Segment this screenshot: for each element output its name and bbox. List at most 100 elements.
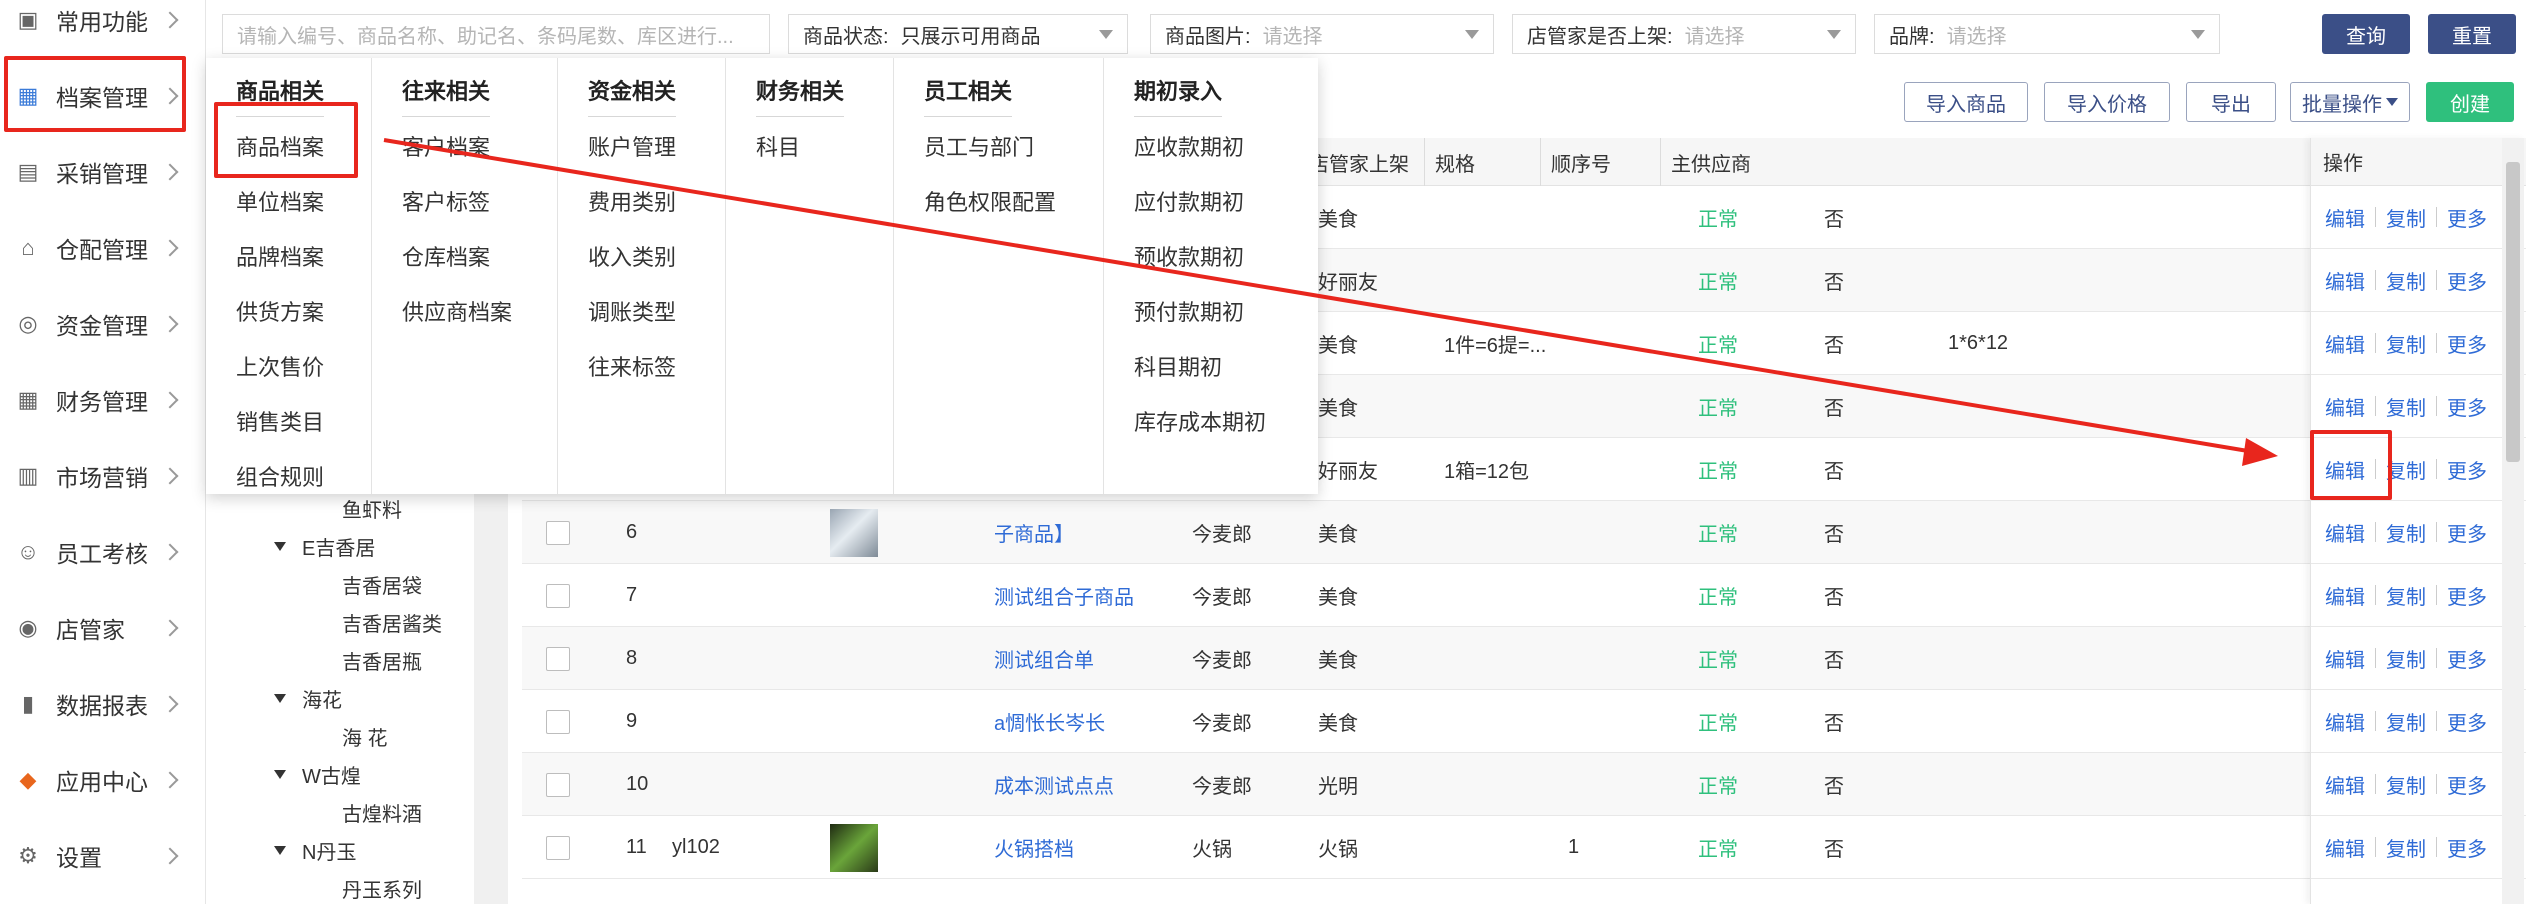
table-row[interactable]: 8 测试组合单 今麦郎 美食 正常 否 <box>522 627 2478 690</box>
tree-node[interactable]: 海 花 <box>342 722 388 751</box>
sidebar-item-3[interactable]: ⌂ 仓配管理 <box>0 218 206 278</box>
tree-node[interactable]: 鱼虾料 <box>342 494 402 523</box>
product-name-link[interactable]: 测试组合单 <box>994 627 1094 690</box>
menu-item[interactable]: 应收款期初 <box>1134 130 1244 162</box>
menu-item[interactable]: 单位档案 <box>236 185 324 217</box>
menu-item[interactable]: 调账类型 <box>588 295 676 327</box>
menu-item[interactable]: 客户档案 <box>402 130 490 162</box>
menu-item[interactable]: 库存成本期初 <box>1134 405 1266 437</box>
menu-item[interactable]: 上次售价 <box>236 350 324 382</box>
tree-node[interactable]: 吉香居酱类 <box>342 608 442 637</box>
sidebar-item-2[interactable]: ▤ 采销管理 <box>0 142 206 202</box>
table-row[interactable]: 6 子商品】 今麦郎 美食 正常 否 <box>522 501 2478 564</box>
create-button[interactable]: 创建 <box>2426 82 2514 122</box>
edit-link[interactable]: 编辑 <box>2325 707 2365 736</box>
more-link[interactable]: 更多 <box>2447 455 2487 484</box>
table-row[interactable]: 9 a惆怅长岑长 今麦郎 美食 正常 否 <box>522 690 2478 753</box>
product-thumbnail[interactable] <box>830 824 878 872</box>
scroll-thumb[interactable] <box>2506 162 2520 462</box>
menu-item[interactable]: 收入类别 <box>588 240 676 272</box>
more-link[interactable]: 更多 <box>2447 833 2487 862</box>
brand-select[interactable]: 品牌: 请选择 <box>1874 14 2220 54</box>
more-link[interactable]: 更多 <box>2447 581 2487 610</box>
menu-item[interactable]: 账户管理 <box>588 130 676 162</box>
menu-item[interactable]: 应付款期初 <box>1134 185 1244 217</box>
edit-link[interactable]: 编辑 <box>2325 770 2365 799</box>
import-goods-button[interactable]: 导入商品 <box>1904 82 2028 122</box>
menu-item[interactable]: 科目 <box>756 130 800 162</box>
row-checkbox[interactable] <box>546 710 570 734</box>
menu-item[interactable]: 供应商档案 <box>402 295 512 327</box>
menu-item[interactable]: 供货方案 <box>236 295 324 327</box>
copy-link[interactable]: 复制 <box>2386 770 2426 799</box>
tree-node[interactable]: 古煌料酒 <box>342 798 422 827</box>
edit-link[interactable]: 编辑 <box>2325 203 2365 232</box>
product-name-link[interactable]: 成本测试点点 <box>994 753 1114 816</box>
status-select[interactable]: 商品状态: 只展示可用商品 <box>788 14 1128 54</box>
tree-node[interactable]: 丹玉系列 <box>342 874 422 903</box>
menu-item[interactable]: 员工与部门 <box>924 130 1034 162</box>
menu-item[interactable]: 费用类别 <box>588 185 676 217</box>
row-checkbox[interactable] <box>546 584 570 608</box>
menu-item[interactable]: 组合规则 <box>236 460 324 492</box>
product-thumbnail[interactable] <box>830 509 878 557</box>
column-header[interactable]: 顺序号 <box>1540 138 1660 186</box>
tree-expand-icon[interactable] <box>274 694 286 703</box>
menu-item[interactable]: 客户标签 <box>402 185 490 217</box>
image-select[interactable]: 商品图片: 请选择 <box>1150 14 1494 54</box>
copy-link[interactable]: 复制 <box>2386 266 2426 295</box>
menu-item[interactable]: 角色权限配置 <box>924 185 1056 217</box>
more-link[interactable]: 更多 <box>2447 392 2487 421</box>
more-link[interactable]: 更多 <box>2447 266 2487 295</box>
product-name-link[interactable]: 子商品】 <box>994 501 1074 564</box>
column-header[interactable]: 主供应商 <box>1660 138 1788 186</box>
menu-item[interactable]: 品牌档案 <box>236 240 324 272</box>
product-name-link[interactable]: 测试组合子商品 <box>994 564 1134 627</box>
menu-item[interactable]: 科目期初 <box>1134 350 1222 382</box>
product-name-link[interactable]: 火锅搭档 <box>994 816 1074 879</box>
sidebar-item-0[interactable]: ▣ 常用功能 <box>0 0 206 50</box>
reset-button[interactable]: 重置 <box>2428 14 2516 54</box>
tree-node[interactable]: 海花 <box>302 684 342 713</box>
search-input[interactable]: 请输入编号、商品名称、助记名、条码尾数、库区进行... <box>222 14 770 54</box>
tree-expand-icon[interactable] <box>274 542 286 551</box>
sidebar-item-8[interactable]: ◉ 店管家 <box>0 598 206 658</box>
sidebar-item-10[interactable]: ◆ 应用中心 <box>0 750 206 810</box>
sidebar-item-1[interactable]: ▦ 档案管理 <box>0 66 206 126</box>
shelf-select[interactable]: 店管家是否上架: 请选择 <box>1512 14 1856 54</box>
tree-node[interactable]: 吉香居瓶 <box>342 646 422 675</box>
batch-button[interactable]: 批量操作 <box>2290 82 2410 122</box>
edit-link[interactable]: 编辑 <box>2325 581 2365 610</box>
export-button[interactable]: 导出 <box>2186 82 2276 122</box>
row-checkbox[interactable] <box>546 647 570 671</box>
copy-link[interactable]: 复制 <box>2386 455 2426 484</box>
import-price-button[interactable]: 导入价格 <box>2044 82 2170 122</box>
edit-link[interactable]: 编辑 <box>2325 392 2365 421</box>
sidebar-item-7[interactable]: ☺ 员工考核 <box>0 522 206 582</box>
tree-expand-icon[interactable] <box>274 846 286 855</box>
copy-link[interactable]: 复制 <box>2386 329 2426 358</box>
copy-link[interactable]: 复制 <box>2386 707 2426 736</box>
table-row[interactable]: 11 yl102 火锅搭档 火锅 火锅 1 正常 否 <box>522 816 2478 879</box>
edit-link[interactable]: 编辑 <box>2325 266 2365 295</box>
tree-node[interactable]: N丹玉 <box>302 836 356 865</box>
more-link[interactable]: 更多 <box>2447 644 2487 673</box>
edit-link[interactable]: 编辑 <box>2325 455 2365 484</box>
table-row[interactable]: 10 成本测试点点 今麦郎 光明 正常 否 <box>522 753 2478 816</box>
menu-item[interactable]: 预付款期初 <box>1134 295 1244 327</box>
copy-link[interactable]: 复制 <box>2386 833 2426 862</box>
sidebar-item-11[interactable]: ⚙ 设置 <box>0 826 206 886</box>
column-header[interactable]: 规格 <box>1424 138 1540 186</box>
menu-item[interactable]: 销售类目 <box>236 405 324 437</box>
more-link[interactable]: 更多 <box>2447 518 2487 547</box>
sidebar-item-6[interactable]: ▥ 市场营销 <box>0 446 206 506</box>
copy-link[interactable]: 复制 <box>2386 581 2426 610</box>
tree-expand-icon[interactable] <box>274 770 286 779</box>
tree-node[interactable]: 吉香居袋 <box>342 570 422 599</box>
more-link[interactable]: 更多 <box>2447 329 2487 358</box>
copy-link[interactable]: 复制 <box>2386 518 2426 547</box>
more-link[interactable]: 更多 <box>2447 770 2487 799</box>
query-button[interactable]: 查询 <box>2322 14 2410 54</box>
edit-link[interactable]: 编辑 <box>2325 833 2365 862</box>
sidebar-item-4[interactable]: ◎ 资金管理 <box>0 294 206 354</box>
